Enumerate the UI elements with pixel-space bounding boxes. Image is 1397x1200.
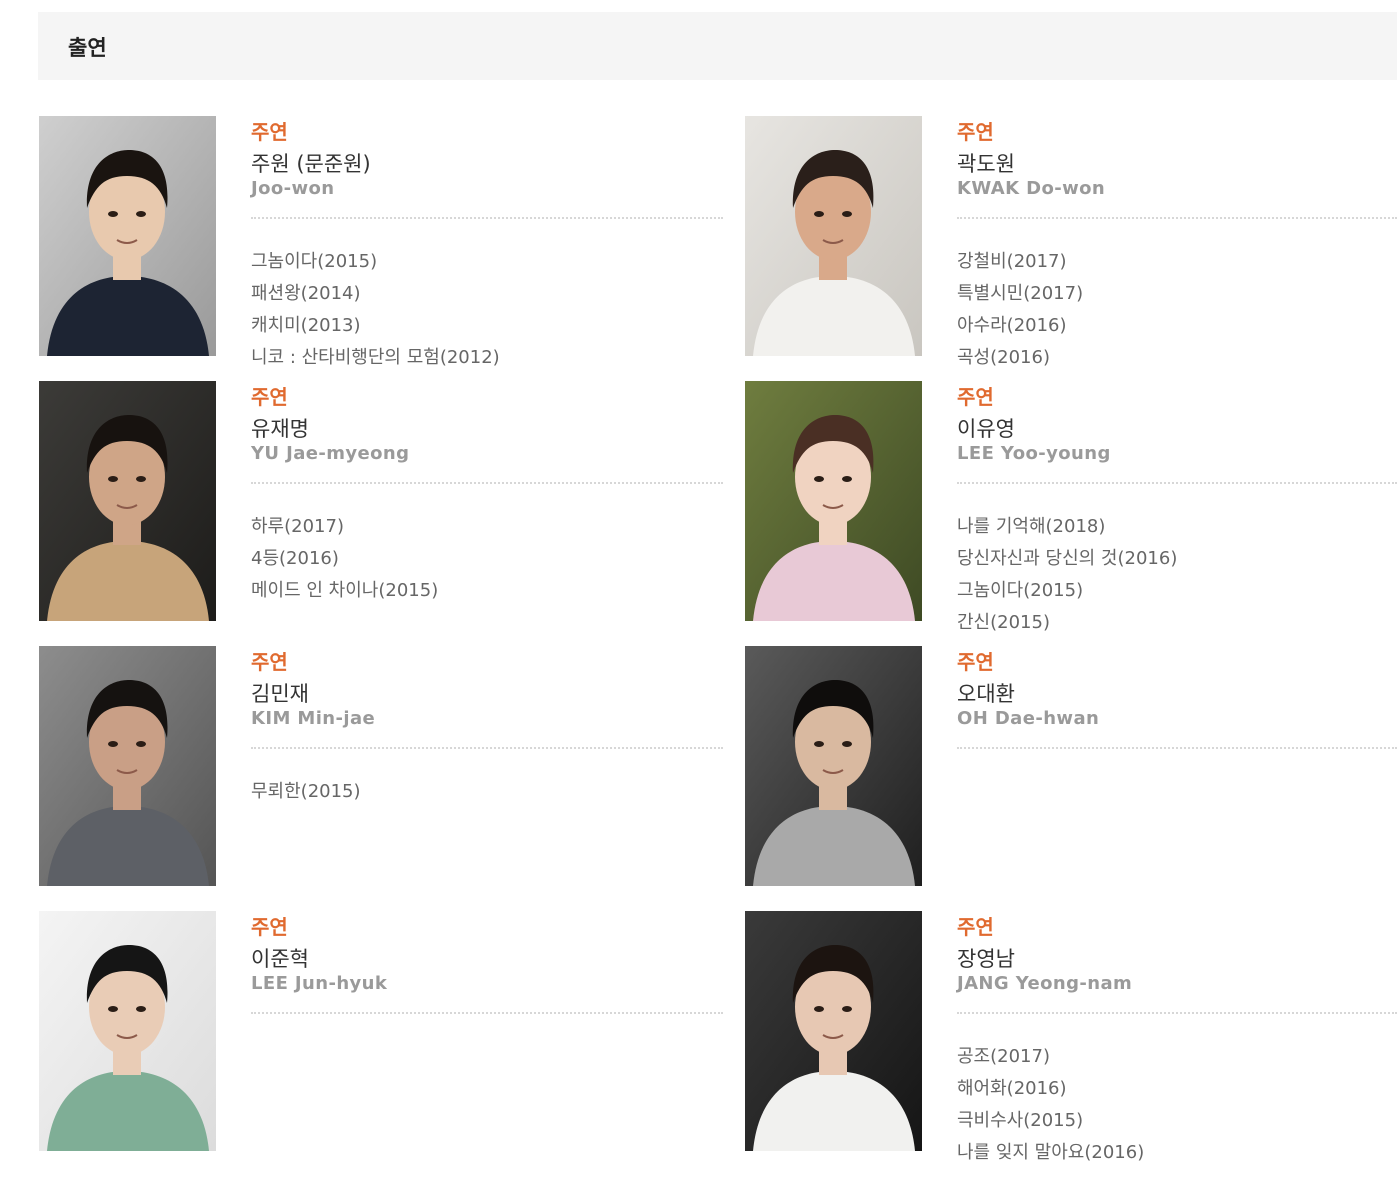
filmography-item[interactable]: 간신(2015): [957, 607, 1177, 639]
actor-photo[interactable]: [745, 116, 922, 356]
filmography-item[interactable]: 나를 기억해(2018): [957, 511, 1177, 543]
actor-role: 주연: [957, 385, 994, 409]
actor-photo[interactable]: [745, 911, 922, 1151]
filmography-item[interactable]: 해어화(2016): [957, 1073, 1144, 1105]
actor-role: 주연: [957, 120, 994, 144]
actor-role: 주연: [251, 120, 288, 144]
filmography-list: 강철비(2017) 특별시민(2017) 아수라(2016) 곡성(2016): [957, 246, 1083, 374]
actor-name-english[interactable]: Joo-won: [251, 178, 335, 199]
filmography-list: 나를 기억해(2018) 당신자신과 당신의 것(2016) 그놈이다(2015) 간…: [957, 511, 1177, 639]
filmography-list: 무뢰한(2015): [251, 776, 361, 808]
actor-photo[interactable]: [39, 381, 216, 621]
filmography-list: 그놈이다(2015) 패션왕(2014) 캐치미(2013) 니코 : 산타비행단의 …: [251, 246, 500, 374]
filmography-item[interactable]: 특별시민(2017): [957, 278, 1083, 310]
actor-name-english[interactable]: LEE Jun-hyuk: [251, 973, 387, 994]
filmography-item[interactable]: 캐치미(2013): [251, 310, 500, 342]
filmography-list: 공조(2017) 해어화(2016) 극비수사(2015) 나를 잊지 말아요(201…: [957, 1041, 1144, 1169]
filmography-item[interactable]: 공조(2017): [957, 1041, 1144, 1073]
actor-name-english[interactable]: KIM Min-jae: [251, 708, 375, 729]
actor-role: 주연: [251, 915, 288, 939]
divider: [957, 747, 1397, 749]
filmography-item[interactable]: 그놈이다(2015): [957, 575, 1177, 607]
filmography-item[interactable]: 아수라(2016): [957, 310, 1083, 342]
actor-name-korean[interactable]: 유재명: [251, 413, 309, 443]
filmography-item[interactable]: 무뢰한(2015): [251, 776, 361, 808]
cast-card: 주연이준혁 LEE Jun-hyuk: [39, 911, 729, 1161]
actor-name-korean[interactable]: 김민재: [251, 678, 309, 708]
cast-card: 주연주원 (문준원) Joo-won 그놈이다(2015) 패션왕(2014) 캐치미(…: [39, 116, 729, 368]
actor-role: 주연: [957, 915, 994, 939]
cast-card: 주연김민재 KIM Min-jae 무뢰한(2015): [39, 646, 729, 896]
filmography-item[interactable]: 나를 잊지 말아요(2016): [957, 1137, 1144, 1169]
actor-photo[interactable]: [745, 381, 922, 621]
cast-card: 주연유재명 YU Jae-myeong 하루(2017) 4등(2016) 메이드 인 …: [39, 381, 729, 631]
actor-name-english[interactable]: KWAK Do-won: [957, 178, 1105, 199]
cast-card: 주연오대환 OH Dae-hwan: [745, 646, 1397, 896]
filmography-item[interactable]: 강철비(2017): [957, 246, 1083, 278]
actor-name-korean[interactable]: 오대환: [957, 678, 1015, 708]
cast-card: 주연장영남 JANG Yeong-nam 공조(2017) 해어화(2016) 극비수사…: [745, 911, 1397, 1163]
divider: [957, 482, 1397, 484]
actor-name-english[interactable]: YU Jae-myeong: [251, 443, 409, 464]
actor-name-english[interactable]: JANG Yeong-nam: [957, 973, 1132, 994]
actor-name-english[interactable]: LEE Yoo-young: [957, 443, 1111, 464]
actor-name-korean[interactable]: 주원 (문준원): [251, 148, 371, 178]
actor-name-korean[interactable]: 곽도원: [957, 148, 1015, 178]
divider: [251, 482, 723, 484]
section-header: 출연: [38, 12, 1397, 80]
filmography-item[interactable]: 메이드 인 차이나(2015): [251, 575, 438, 607]
filmography-item[interactable]: 그놈이다(2015): [251, 246, 500, 278]
divider: [251, 1012, 723, 1014]
filmography-item[interactable]: 니코 : 산타비행단의 모험(2012): [251, 342, 500, 374]
filmography-item[interactable]: 하루(2017): [251, 511, 438, 543]
divider: [957, 217, 1397, 219]
filmography-item[interactable]: 곡성(2016): [957, 342, 1083, 374]
actor-photo[interactable]: [39, 116, 216, 356]
actor-name-korean[interactable]: 이준혁: [251, 943, 309, 973]
actor-name-korean[interactable]: 이유영: [957, 413, 1015, 443]
divider: [957, 1012, 1397, 1014]
actor-role: 주연: [251, 385, 288, 409]
filmography-item[interactable]: 당신자신과 당신의 것(2016): [957, 543, 1177, 575]
actor-role: 주연: [957, 650, 994, 674]
cast-card: 주연곽도원 KWAK Do-won 강철비(2017) 특별시민(2017) 아수라(2…: [745, 116, 1397, 368]
actor-name-english[interactable]: OH Dae-hwan: [957, 708, 1099, 729]
actor-name-korean[interactable]: 장영남: [957, 943, 1015, 973]
divider: [251, 747, 723, 749]
actor-photo[interactable]: [39, 911, 216, 1151]
cast-card: 주연이유영 LEE Yoo-young 나를 기억해(2018) 당신자신과 당신의 …: [745, 381, 1397, 633]
actor-photo[interactable]: [745, 646, 922, 886]
filmography-list: 하루(2017) 4등(2016) 메이드 인 차이나(2015): [251, 511, 438, 607]
filmography-item[interactable]: 극비수사(2015): [957, 1105, 1144, 1137]
filmography-item[interactable]: 패션왕(2014): [251, 278, 500, 310]
divider: [251, 217, 723, 219]
actor-role: 주연: [251, 650, 288, 674]
actor-photo[interactable]: [39, 646, 216, 886]
filmography-item[interactable]: 4등(2016): [251, 543, 438, 575]
section-title: 출연: [68, 36, 107, 60]
